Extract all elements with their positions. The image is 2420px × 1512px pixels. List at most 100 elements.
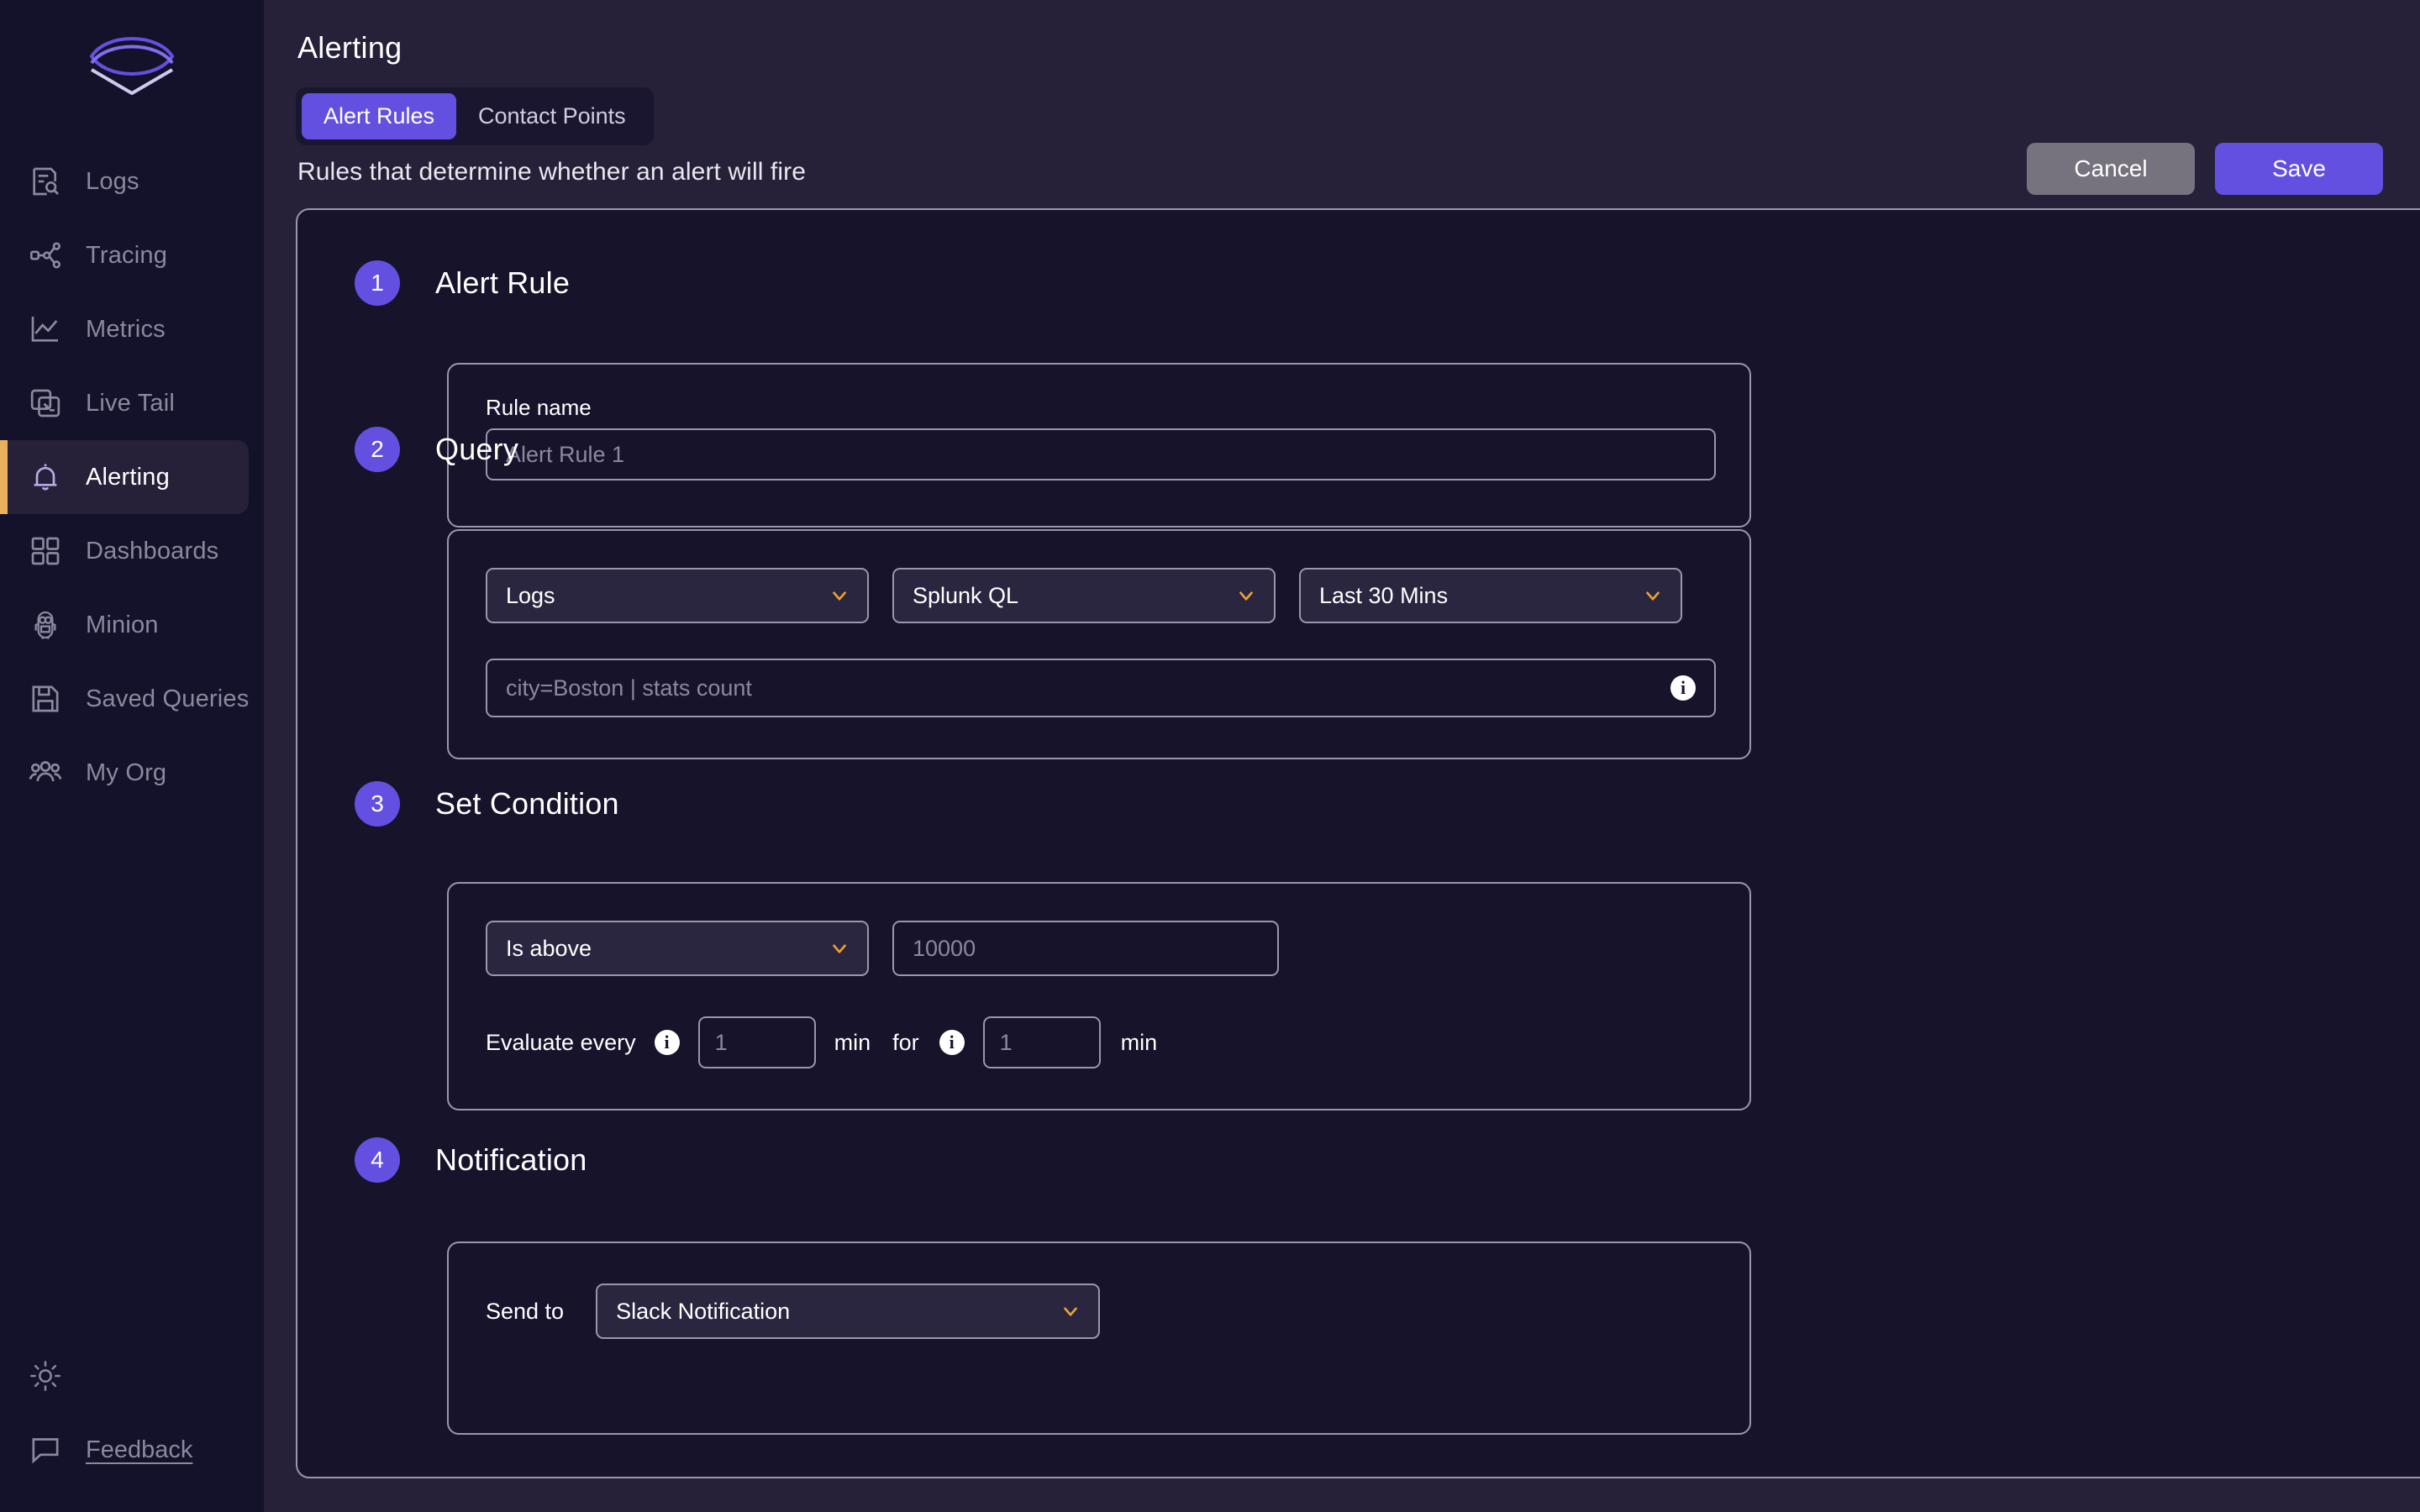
sidebar-item-label: Logs [86,168,139,196]
main-content: Alerting Alert Rules Contact Points Rule… [264,0,2420,1512]
info-icon[interactable]: i [939,1030,965,1055]
save-button[interactable]: Save [2215,143,2383,195]
line-chart-icon [27,311,64,348]
sidebar-item-label: Minion [86,612,159,639]
sidebar-item-label: My Org [86,759,166,787]
send-to-label: Send to [486,1299,564,1325]
chevron-down-icon [1060,1300,1081,1322]
section-query: 2 Query [355,427,518,472]
chat-bubble-icon [27,1431,64,1468]
step-number-badge: 1 [355,260,400,306]
page-subtitle: Rules that determine whether an alert wi… [297,158,806,186]
query-source-select[interactable]: Logs [486,568,869,623]
for-duration-input[interactable] [983,1016,1101,1068]
bell-icon [27,459,64,496]
sidebar-item-minion[interactable]: Minion [0,588,249,662]
step-title: Query [435,432,518,467]
step-header: 4 Notification [355,1137,587,1183]
layers-eye-logo-icon [85,31,179,102]
rule-name-input[interactable] [486,428,1716,480]
send-to-select[interactable]: Slack Notification [596,1284,1100,1339]
sidebar-item-label: Metrics [86,316,166,344]
step-title: Alert Rule [435,265,570,301]
info-icon[interactable]: i [1670,675,1696,701]
header-actions: Cancel Save [2027,143,2383,195]
sidebar-nav: Logs Tracing [0,144,264,810]
trace-nodes-icon [27,237,64,274]
alert-rule-form-card: 1 Alert Rule Rule name 2 Query Logs [296,208,2420,1478]
step-number-badge: 4 [355,1137,400,1183]
cancel-button[interactable]: Cancel [2027,143,2195,195]
condition-operator-value: Is above [506,936,592,962]
app-root: Logs Tracing [0,0,2420,1512]
sidebar-item-label: Alerting [86,464,170,491]
evaluate-every-label: Evaluate every [486,1030,636,1056]
step-header: 1 Alert Rule [355,260,570,306]
sidebar: Logs Tracing [0,0,264,1512]
minion-icon [27,606,64,643]
for-label: for [892,1030,919,1056]
query-language-select[interactable]: Splunk QL [892,568,1276,623]
query-language-value: Splunk QL [913,583,1018,609]
step-header: 3 Set Condition [355,781,619,827]
query-panel: Logs Splunk QL Last 30 Mins [447,529,1751,759]
alert-rule-panel: Rule name [447,363,1751,528]
chevron-down-icon [829,937,850,959]
step-number-badge: 3 [355,781,400,827]
sidebar-item-my-org[interactable]: My Org [0,736,249,810]
step-number-badge: 2 [355,427,400,472]
sidebar-item-saved-queries[interactable]: Saved Queries [0,662,249,736]
users-icon [27,754,64,791]
sidebar-item-label: Tracing [86,242,167,270]
sun-icon [27,1357,64,1394]
evaluate-every-unit: min [834,1030,871,1056]
sidebar-item-label: Saved Queries [86,685,249,713]
log-search-icon [27,163,64,200]
step-title: Set Condition [435,786,619,822]
condition-operator-select[interactable]: Is above [486,921,869,976]
sidebar-item-metrics[interactable]: Metrics [0,292,249,366]
query-timerange-select[interactable]: Last 30 Mins [1299,568,1682,623]
save-disk-icon [27,680,64,717]
step-header: 2 Query [355,427,518,472]
sidebar-item-live-tail[interactable]: Live Tail [0,366,249,440]
for-unit: min [1121,1030,1158,1056]
sidebar-item-dashboards[interactable]: Dashboards [0,514,249,588]
query-source-value: Logs [506,583,555,609]
section-alert-rule: 1 Alert Rule [355,260,570,306]
terminal-icon [27,385,64,422]
chevron-down-icon [1235,585,1257,606]
feedback-link[interactable]: Feedback [0,1413,264,1487]
chevron-down-icon [1642,585,1664,606]
tab-contact-points[interactable]: Contact Points [456,93,648,139]
app-logo[interactable] [0,0,264,126]
notification-panel: Send to Slack Notification [447,1242,1751,1435]
chevron-down-icon [829,585,850,606]
tab-bar: Alert Rules Contact Points [296,87,654,145]
rule-name-label: Rule name [486,395,592,421]
tab-alert-rules[interactable]: Alert Rules [302,93,456,139]
grid-icon [27,533,64,570]
sidebar-item-logs[interactable]: Logs [0,144,249,218]
query-timerange-value: Last 30 Mins [1319,583,1448,609]
section-set-condition: 3 Set Condition [355,781,619,827]
query-input-wrap: i [486,659,1716,717]
sidebar-item-label: Dashboards [86,538,218,565]
set-condition-panel: Is above Evaluate every i min for i min [447,882,1751,1110]
send-to-value: Slack Notification [616,1299,790,1325]
info-icon[interactable]: i [655,1030,680,1055]
evaluate-row: Evaluate every i min for i min [486,1016,1157,1068]
sidebar-item-alerting[interactable]: Alerting [0,440,249,514]
step-title: Notification [435,1142,587,1178]
theme-toggle-button[interactable] [0,1339,264,1413]
condition-threshold-input[interactable] [892,921,1279,976]
sidebar-item-label: Live Tail [86,390,175,417]
query-input[interactable] [486,659,1716,717]
section-notification: 4 Notification [355,1137,587,1183]
evaluate-every-input[interactable] [698,1016,816,1068]
page-title: Alerting [297,30,402,66]
feedback-label: Feedback [86,1436,192,1464]
sidebar-item-tracing[interactable]: Tracing [0,218,249,292]
sidebar-footer: Feedback [0,1339,264,1512]
send-to-row: Send to Slack Notification [486,1284,1100,1339]
